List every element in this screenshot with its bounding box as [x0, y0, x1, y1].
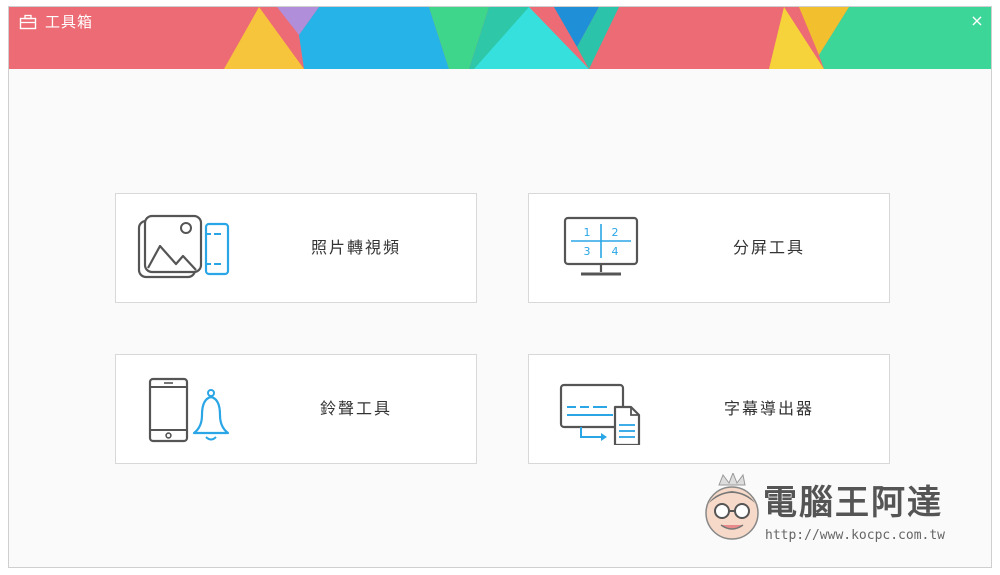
- split-number-4: 4: [612, 245, 619, 258]
- photo-to-video-card[interactable]: 照片轉視頻: [115, 193, 477, 303]
- split-number-1: 1: [584, 226, 591, 239]
- toolbox-window: 工具箱 × 照片轉視頻 1 2 3 4 分屏工具 鈴聲工具 字幕導出器 電腦王阿…: [8, 6, 992, 568]
- photo-to-video-label: 照片轉視頻: [310, 238, 401, 257]
- photo-to-video-icon: [137, 214, 230, 279]
- watermark-url: http://www.kocpc.com.tw: [765, 528, 946, 543]
- split-screen-card[interactable]: 1 2 3 4 分屏工具: [528, 193, 890, 303]
- mascot-face-icon: [705, 473, 759, 540]
- ringtone-label: 鈴聲工具: [319, 399, 392, 418]
- toolbox-icon: [19, 14, 37, 30]
- close-button[interactable]: ×: [967, 11, 987, 31]
- split-number-2: 2: [612, 226, 619, 239]
- title-bar-banner: [9, 7, 991, 69]
- subtitle-export-card[interactable]: 字幕導出器: [528, 354, 890, 464]
- window-title: 工具箱: [45, 13, 94, 31]
- split-screen-label: 分屏工具: [732, 238, 805, 257]
- title-bar[interactable]: 工具箱 ×: [9, 7, 991, 69]
- subtitle-export-icon: [559, 383, 641, 445]
- watermark: 電腦王阿達 http://www.kocpc.com.tw: [699, 469, 979, 557]
- subtitle-export-label: 字幕導出器: [723, 399, 814, 418]
- split-screen-icon: 1 2 3 4: [563, 216, 639, 276]
- ringtone-icon: [148, 377, 230, 443]
- watermark-title: 電腦王阿達: [763, 483, 943, 523]
- ringtone-card[interactable]: 鈴聲工具: [115, 354, 477, 464]
- split-number-3: 3: [584, 245, 591, 258]
